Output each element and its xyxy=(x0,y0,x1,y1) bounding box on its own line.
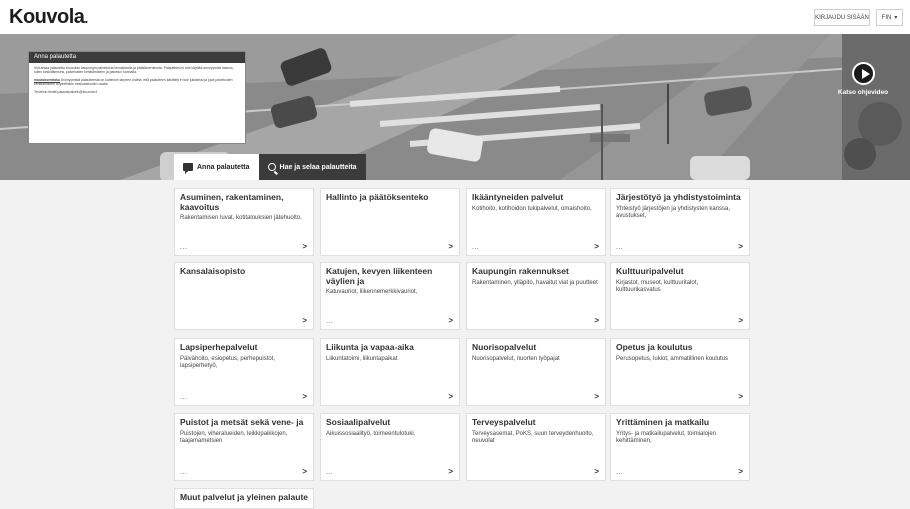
chevron-right-icon: > xyxy=(302,316,307,325)
speech-bubble-icon xyxy=(183,163,193,174)
chevron-right-icon: > xyxy=(738,242,743,251)
card-desc: Rakentaminen, ylläpito, havaitut viat ja… xyxy=(472,279,598,286)
tab-browse-feedback[interactable]: Hae ja selaa palautteita xyxy=(258,154,366,180)
chevron-right-icon: > xyxy=(738,467,743,476)
card-desc: Nuorisopalvelut, nuorten työpajat xyxy=(472,355,560,362)
category-card[interactable]: Muut palvelut ja yleinen palaute xyxy=(174,488,314,509)
card-desc: Terveysasemat, PoKS, suun terveydenhuolt… xyxy=(472,430,594,444)
chevron-right-icon: > xyxy=(594,392,599,401)
video-label[interactable]: Katso ohjevideo xyxy=(833,89,893,96)
info-box-title: Anna palautetta xyxy=(29,52,245,63)
info-paragraph: muutoksenhaku Anonyymistä palautteesta o… xyxy=(34,77,233,87)
card-desc: Perusopetus, lukiot, ammatillinen koulut… xyxy=(616,355,729,362)
more-dots: ... xyxy=(326,469,334,476)
card-title: Yrittäminen ja matkailu xyxy=(616,417,710,427)
chevron-right-icon: > xyxy=(594,467,599,476)
chevron-right-icon: > xyxy=(738,316,743,325)
chevron-right-icon: > xyxy=(594,316,599,325)
search-icon xyxy=(267,163,276,171)
category-card[interactable]: Hallinto ja päätöksenteko > xyxy=(320,188,460,256)
card-title: Kaupungin rakennukset xyxy=(472,266,569,276)
card-title: Kulttuuripalvelut xyxy=(616,266,684,276)
more-dots: ... xyxy=(326,318,334,325)
category-card[interactable]: Puistot ja metsät sekä vene- ja Puistojen… xyxy=(174,413,314,481)
more-dots: ... xyxy=(180,244,188,251)
card-title: Terveyspalvelut xyxy=(472,417,536,427)
more-dots: ... xyxy=(472,244,480,251)
more-dots: ... xyxy=(180,469,188,476)
chevron-right-icon: > xyxy=(302,392,307,401)
card-title: Katujen, kevyen liikenteen väylien ja xyxy=(326,266,433,286)
logo-text: Kouvola xyxy=(9,6,85,28)
category-card[interactable]: Katujen, kevyen liikenteen väylien ja Kat… xyxy=(320,262,460,330)
chevron-right-icon: > xyxy=(738,392,743,401)
card-title: Puistot ja metsät sekä vene- ja xyxy=(180,417,304,427)
card-desc: Päivähoito, esiopetus, perhepuistot, lap… xyxy=(180,355,276,369)
category-card[interactable]: Kulttuuripalvelut Kirjastot, museot, kult… xyxy=(610,262,750,330)
info-link[interactable]: muutoksenhaku xyxy=(34,78,60,82)
chevron-right-icon: > xyxy=(302,467,307,476)
language-label: FIN xyxy=(881,14,892,21)
card-desc: Kirjastot, museot, kulttuuritalot, kultt… xyxy=(616,279,699,293)
category-card[interactable]: Sosiaalipalvelut Aikuissosiaalityö, toime… xyxy=(320,413,460,481)
card-title: Sosiaalipalvelut xyxy=(326,417,391,427)
info-paragraph: Voit antaa palautetta Kouvolan kaupungin… xyxy=(34,66,234,75)
card-desc: Kotihoito, kotihoidon tukipalvelut, omai… xyxy=(472,205,592,212)
card-desc: Katuvauriot, liikennemerkkivauriot, xyxy=(326,289,418,295)
login-button[interactable]: KIRJAUDU SISÄÄN xyxy=(814,9,870,26)
card-title: Muut palvelut ja yleinen palaute xyxy=(180,492,308,502)
card-title: Järjestötyö ja yhdistystoiminta xyxy=(616,192,741,202)
chevron-right-icon: > xyxy=(448,392,453,401)
category-card[interactable]: Lapsiperhepalvelut Päivähoito, esiopetus,… xyxy=(174,338,314,406)
info-box-body: Voit antaa palautetta Kouvolan kaupungin… xyxy=(29,63,245,100)
more-dots: ... xyxy=(180,394,188,401)
card-desc: Liikuntatoimi, liikuntapaikat xyxy=(326,355,398,362)
card-title: Hallinto ja päätöksenteko xyxy=(326,192,429,202)
tab-label: Hae ja selaa palautteita xyxy=(279,163,357,171)
tab-give-feedback[interactable]: Anna palautetta xyxy=(174,154,259,180)
category-card[interactable]: Ikääntyneiden palvelut Kotihoito, kotihoi… xyxy=(466,188,606,256)
category-card[interactable]: Opetus ja koulutus Perusopetus, lukiot, a… xyxy=(610,338,750,406)
card-desc: Yritys- ja matkailupalvelut, toimialojen… xyxy=(616,430,717,444)
category-card[interactable]: Kansalaisopisto > xyxy=(174,262,314,330)
tab-label: Anna palautetta xyxy=(197,163,250,171)
card-desc: Aikuissosiaalityö, toimeentulotuki, xyxy=(326,430,416,437)
info-paragraph: Terveisin teidät palautepalvelu@kouvola.… xyxy=(34,89,98,94)
feedback-info-box: Anna palautetta Voit antaa palautetta Ko… xyxy=(28,51,246,144)
category-card[interactable]: Nuorisopalvelut Nuorisopalvelut, nuorten … xyxy=(466,338,606,406)
chevron-right-icon: > xyxy=(448,467,453,476)
card-title: Kansalaisopisto xyxy=(180,266,246,276)
card-title: Ikääntyneiden palvelut xyxy=(472,192,564,202)
category-card[interactable]: Terveyspalvelut Terveysasemat, PoKS, suun… xyxy=(466,413,606,481)
play-icon[interactable] xyxy=(851,62,875,85)
top-bar: Kouvola. KIRJAUDU SISÄÄN FIN ▾ xyxy=(0,0,910,34)
card-title: Liikunta ja vapaa-aika xyxy=(326,342,414,352)
card-desc: Yhteistyö järjestöjen ja yhdistysten kan… xyxy=(616,205,731,219)
hero-banner: Anna palautetta Voit antaa palautetta Ko… xyxy=(0,34,910,180)
category-card[interactable]: Yrittäminen ja matkailu Yritys- ja matkai… xyxy=(610,413,750,481)
chevron-down-icon: ▾ xyxy=(894,15,898,21)
card-title: Lapsiperhepalvelut xyxy=(180,342,258,352)
card-title: Asuminen, rakentaminen, kaavoitus xyxy=(180,192,284,212)
category-card[interactable]: Kaupungin rakennukset Rakentaminen, ylläp… xyxy=(466,262,606,330)
language-selector[interactable]: FIN ▾ xyxy=(876,9,903,26)
category-card[interactable]: Järjestötyö ja yhdistystoiminta Yhteistyö… xyxy=(610,188,750,256)
card-title: Nuorisopalvelut xyxy=(472,342,537,352)
kouvola-logo[interactable]: Kouvola. xyxy=(9,6,88,29)
category-card[interactable]: Asuminen, rakentaminen, kaavoitus Rakenta… xyxy=(174,188,314,256)
card-desc: Rakentamisen luvat, kotitalouksien jäteh… xyxy=(180,215,302,221)
more-dots: ... xyxy=(616,469,624,476)
tab-bar: Anna palautetta Hae ja selaa palautteita xyxy=(174,154,366,180)
chevron-right-icon: > xyxy=(594,242,599,251)
video-link[interactable]: Katso ohjevideo xyxy=(833,62,893,96)
card-title: Opetus ja koulutus xyxy=(616,342,693,352)
chevron-right-icon: > xyxy=(448,316,453,325)
card-desc: Puistojen, viheralueiden, leikkipaikkoje… xyxy=(180,430,288,444)
category-card[interactable]: Liikunta ja vapaa-aika Liikuntatoimi, lii… xyxy=(320,338,460,406)
chevron-right-icon: > xyxy=(448,242,453,251)
chevron-right-icon: > xyxy=(302,242,307,251)
more-dots: ... xyxy=(616,244,624,251)
